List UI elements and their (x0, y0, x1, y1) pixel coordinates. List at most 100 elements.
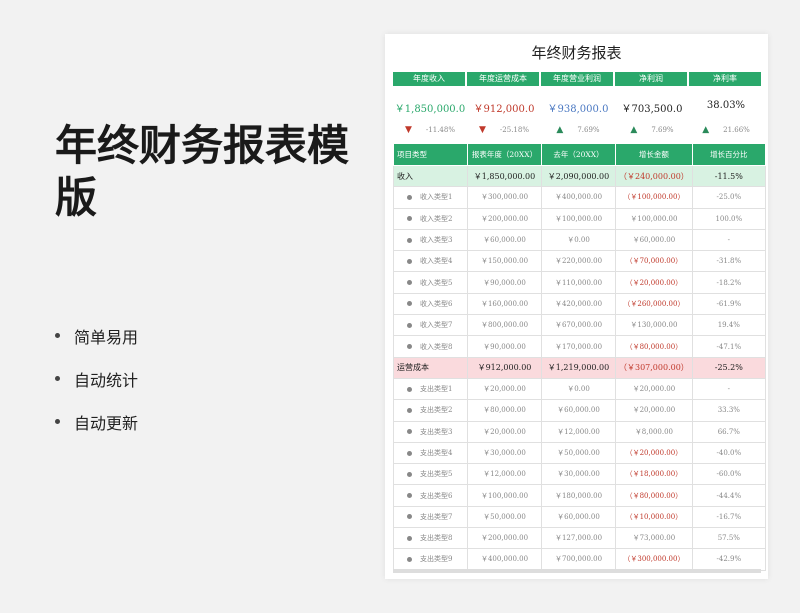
table-cell[interactable]: 支出类型6 (393, 484, 468, 507)
table-cell[interactable]: 100.0% (691, 207, 766, 230)
table-cell[interactable]: -11.5% (691, 164, 766, 188)
table-row[interactable]: 支出类型7 ￥50,000.00 ￥60,000.00 （￥10,000.00） -16… (393, 505, 766, 529)
table-cell[interactable]: ￥0.00 (541, 228, 616, 252)
summary-row[interactable]: 运营成本 ￥912,000.00 ￥1,219,000.00 （￥307,000.00… (393, 356, 766, 379)
table-row[interactable]: 支出类型1 ￥20,000.00 ￥0.00 ￥20,000.00- (393, 377, 766, 401)
table-cell[interactable]: 支出类型8 (393, 527, 468, 550)
table-cell[interactable]: ￥220,000.00 (541, 250, 616, 273)
table-cell[interactable]: ￥1,219,000.00 (541, 356, 616, 379)
table-cell[interactable]: -18.2% (691, 271, 766, 294)
table-cell[interactable]: -42.9% (691, 548, 766, 571)
table-cell[interactable]: ￥1,850,000.00 (467, 164, 542, 188)
table-cell[interactable]: 支出类型7 (393, 505, 468, 529)
table-cell[interactable]: ￥100,000.00 (615, 207, 693, 230)
table-row[interactable]: 收入类型3 ￥60,000.00 ￥0.00 ￥60,000.00- (393, 228, 766, 252)
table-cell[interactable]: ￥100,000.00 (467, 484, 542, 507)
col-header-type[interactable]: 项目类型 (393, 143, 468, 166)
table-cell[interactable]: 支出类型5 (393, 463, 468, 486)
table-cell[interactable]: -40.0% (691, 441, 766, 465)
table-cell[interactable]: ￥180,000.00 (541, 484, 616, 507)
table-cell[interactable]: 19.4% (691, 314, 766, 337)
table-row[interactable]: 收入类型4 ￥150,000.00 ￥220,000.00 （￥70,000.00） -… (393, 250, 766, 273)
table-cell[interactable]: ￥20,000.00 (615, 399, 693, 422)
table-cell[interactable]: 收入类型8 (393, 335, 468, 358)
table-cell[interactable]: ￥50,000.00 (541, 441, 616, 465)
table-cell[interactable]: -25.2% (691, 356, 766, 379)
table-cell[interactable]: 收入类型7 (393, 314, 468, 337)
col-header-last[interactable]: 去年（20XX） (541, 143, 616, 166)
table-cell[interactable]: 支出类型3 (393, 420, 468, 443)
table-cell[interactable]: ￥12,000.00 (541, 420, 616, 443)
table-cell[interactable]: ￥200,000.00 (467, 527, 542, 550)
summary-row[interactable]: 收入 ￥1,850,000.00 ￥2,090,000.00 （￥240,000.00… (393, 164, 766, 188)
table-cell[interactable]: ￥60,000.00 (615, 228, 693, 252)
table-cell[interactable]: ￥60,000.00 (541, 399, 616, 422)
table-cell[interactable]: ￥2,090,000.00 (541, 164, 616, 188)
table-cell[interactable]: 支出类型9 (393, 548, 468, 571)
table-cell[interactable]: ￥73,000.00 (615, 527, 693, 550)
table-cell[interactable]: （￥20,000.00） (615, 271, 693, 294)
table-cell[interactable]: ￥20,000.00 (615, 377, 693, 401)
table-cell[interactable]: - (691, 377, 766, 401)
table-cell[interactable]: 收入类型4 (393, 250, 468, 273)
table-cell[interactable]: ￥110,000.00 (541, 271, 616, 294)
table-cell[interactable]: （￥70,000.00） (615, 250, 693, 273)
table-cell[interactable]: 支出类型4 (393, 441, 468, 465)
table-cell[interactable]: ￥100,000.00 (541, 207, 616, 230)
table-row[interactable]: 支出类型9 ￥400,000.00 ￥700,000.00 （￥300,000.00）… (393, 548, 766, 571)
table-cell[interactable]: ￥50,000.00 (467, 505, 542, 529)
table-cell[interactable]: ￥160,000.00 (467, 292, 542, 316)
table-row[interactable]: 收入类型2 ￥200,000.00 ￥100,000.00 ￥100,000.00 10… (393, 207, 766, 230)
col-header-growth-pct[interactable]: 增长百分比 (691, 143, 766, 166)
horizontal-scrollbar[interactable] (393, 569, 761, 573)
table-cell[interactable]: ￥12,000.00 (467, 463, 542, 486)
table-cell[interactable]: （￥260,000.00） (615, 292, 693, 316)
table-cell[interactable]: 运营成本 (393, 356, 468, 379)
table-cell[interactable]: ￥0.00 (541, 377, 616, 401)
table-cell[interactable]: （￥307,000.00） (615, 356, 693, 379)
table-cell[interactable]: 57.5% (691, 527, 766, 550)
table-cell[interactable]: ￥400,000.00 (467, 548, 542, 571)
table-cell[interactable]: ￥420,000.00 (541, 292, 616, 316)
table-cell[interactable]: 收入 (393, 164, 468, 188)
table-cell[interactable]: ￥912,000.00 (467, 356, 542, 379)
table-cell[interactable]: ￥60,000.00 (467, 228, 542, 252)
table-cell[interactable]: -16.7% (691, 505, 766, 529)
table-cell[interactable]: 支出类型2 (393, 399, 468, 422)
table-cell[interactable]: 收入类型2 (393, 207, 468, 230)
col-header-current[interactable]: 报表年度（20XX） (467, 143, 542, 166)
table-cell[interactable]: ￥8,000.00 (615, 420, 693, 443)
table-row[interactable]: 支出类型8 ￥200,000.00 ￥127,000.00 ￥73,000.00 57.… (393, 527, 766, 550)
table-cell[interactable]: ￥30,000.00 (541, 463, 616, 486)
table-cell[interactable]: ￥150,000.00 (467, 250, 542, 273)
table-cell[interactable]: ￥80,000.00 (467, 399, 542, 422)
table-cell[interactable]: 收入类型1 (393, 186, 468, 209)
table-row[interactable]: 收入类型6 ￥160,000.00 ￥420,000.00 （￥260,000.00）… (393, 292, 766, 316)
table-row[interactable]: 支出类型2 ￥80,000.00 ￥60,000.00 ￥20,000.00 33.3% (393, 399, 766, 422)
table-cell[interactable]: （￥100,000.00） (615, 186, 693, 209)
col-header-growth[interactable]: 增长金额 (615, 143, 693, 166)
table-cell[interactable]: -44.4% (691, 484, 766, 507)
table-row[interactable]: 支出类型4 ￥30,000.00 ￥50,000.00 （￥20,000.00） -40… (393, 441, 766, 465)
table-cell[interactable]: （￥80,000.00） (615, 335, 693, 358)
table-cell[interactable]: -31.8% (691, 250, 766, 273)
table-cell[interactable]: ￥670,000.00 (541, 314, 616, 337)
table-cell[interactable]: ￥130,000.00 (615, 314, 693, 337)
table-cell[interactable]: ￥30,000.00 (467, 441, 542, 465)
table-cell[interactable]: 收入类型6 (393, 292, 468, 316)
table-row[interactable]: 收入类型5 ￥90,000.00 ￥110,000.00 （￥20,000.00） -1… (393, 271, 766, 294)
table-cell[interactable]: （￥80,000.00） (615, 484, 693, 507)
table-cell[interactable]: ￥170,000.00 (541, 335, 616, 358)
table-cell[interactable]: ￥400,000.00 (541, 186, 616, 209)
table-cell[interactable]: 66.7% (691, 420, 766, 443)
table-cell[interactable]: ￥90,000.00 (467, 271, 542, 294)
table-cell[interactable]: ￥20,000.00 (467, 420, 542, 443)
table-row[interactable]: 收入类型8 ￥90,000.00 ￥170,000.00 （￥80,000.00） -4… (393, 335, 766, 358)
table-cell[interactable]: ￥300,000.00 (467, 186, 542, 209)
table-cell[interactable]: ￥800,000.00 (467, 314, 542, 337)
table-cell[interactable]: 支出类型1 (393, 377, 468, 401)
table-cell[interactable]: ￥700,000.00 (541, 548, 616, 571)
table-cell[interactable]: - (691, 228, 766, 252)
table-cell[interactable]: -25.0% (691, 186, 766, 209)
table-cell[interactable]: -47.1% (691, 335, 766, 358)
